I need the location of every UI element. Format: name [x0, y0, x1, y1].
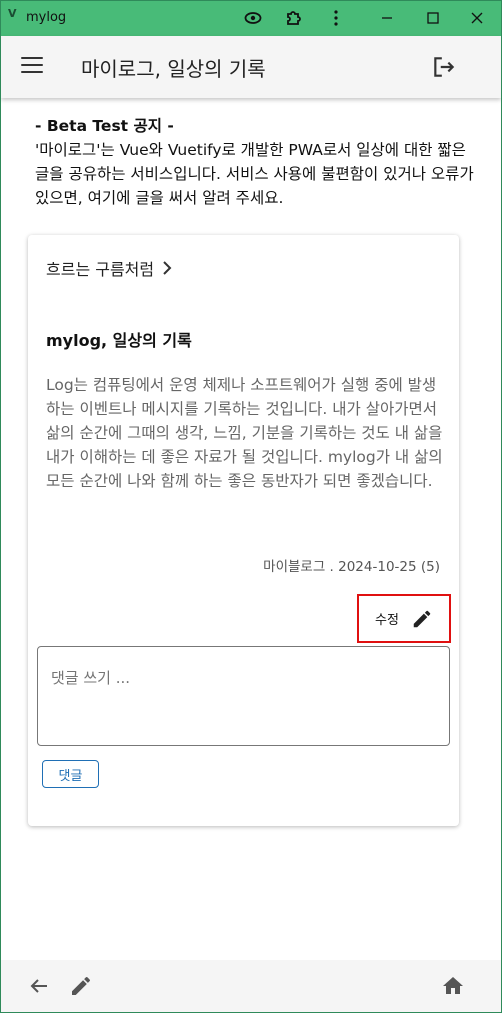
notice: - Beta Test 공지 - '마이로그'는 Vue와 Vuetify로 개…: [35, 114, 475, 210]
extension-icon[interactable]: [283, 7, 305, 29]
post-card: 흐르는 구름처럼 mylog, 일상의 기록 Log는 컴퓨팅에서 운영 체제나…: [28, 235, 459, 826]
window-title: mylog: [26, 10, 67, 25]
notice-title: - Beta Test 공지 -: [35, 117, 174, 135]
comment-input[interactable]: [37, 646, 450, 746]
app-logo: V: [8, 7, 17, 20]
app-window: V mylog 마이로그, 일상의 기록 - Beta Test 공지 - '마…: [0, 0, 502, 1013]
app-bar: 마이로그, 일상의 기록: [1, 36, 501, 98]
chevron-right-icon: [163, 261, 172, 275]
notice-body: '마이로그'는 Vue와 Vuetify로 개발한 PWA로서 일상에 대한 짧…: [35, 141, 474, 207]
comment-submit-button[interactable]: 댓글: [42, 760, 99, 788]
main-content: - Beta Test 공지 - '마이로그'는 Vue와 Vuetify로 개…: [1, 98, 501, 960]
maximize-icon[interactable]: [422, 7, 444, 29]
pencil-icon: [413, 610, 431, 627]
minimize-icon[interactable]: [376, 7, 398, 29]
bottom-bar: [1, 960, 501, 1012]
logout-icon[interactable]: [431, 54, 457, 80]
more-vert-icon[interactable]: [325, 7, 347, 29]
page-title: 마이로그, 일상의 기록: [81, 57, 266, 81]
window-titlebar: V mylog: [1, 1, 501, 36]
eye-icon[interactable]: [242, 7, 264, 29]
post-meta: 마이블로그 . 2024-10-25 (5): [263, 559, 440, 575]
home-icon[interactable]: [441, 974, 465, 998]
arrow-back-icon[interactable]: [27, 974, 51, 998]
category-link[interactable]: 흐르는 구름처럼: [46, 256, 172, 280]
pencil-icon[interactable]: [69, 974, 93, 998]
close-icon[interactable]: [466, 7, 488, 29]
edit-button[interactable]: 수정: [357, 594, 451, 643]
post-body: Log는 컴퓨팅에서 운영 체제나 소프트웨어가 실행 중에 발생하는 이벤트나…: [46, 376, 443, 490]
category-label: 흐르는 구름처럼: [46, 260, 155, 279]
post-title: mylog, 일상의 기록: [46, 331, 192, 350]
menu-icon[interactable]: [21, 57, 43, 75]
edit-label: 수정: [375, 613, 399, 628]
